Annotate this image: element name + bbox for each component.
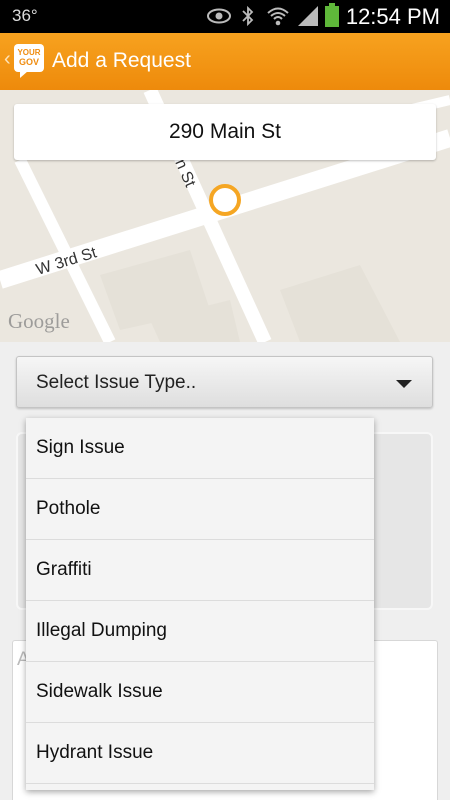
- logo-text-bottom: GOV: [18, 57, 39, 67]
- bluetooth-icon: [242, 5, 254, 27]
- status-bar: 36° 12:54 PM: [0, 0, 450, 33]
- issue-type-dropdown: Sign Issue Pothole Graffiti Illegal Dump…: [26, 418, 374, 790]
- location-marker-icon[interactable]: [209, 184, 241, 216]
- logo-text-top: YOUR: [17, 48, 41, 57]
- address-field[interactable]: 290 Main St: [14, 104, 436, 160]
- screen: 36° 12:54 PM ‹ YOUR GOV Add a Request W …: [0, 0, 450, 800]
- option-hydrant-issue[interactable]: Hydrant Issue: [26, 723, 374, 784]
- signal-icon: [298, 6, 318, 26]
- map-view[interactable]: W 3rd St n St Google 290 Main St: [0, 90, 450, 342]
- eye-icon: [207, 8, 231, 24]
- dropdown-arrow-icon: [396, 380, 412, 388]
- option-illegal-dumping[interactable]: Illegal Dumping: [26, 601, 374, 662]
- wifi-icon: [267, 7, 289, 26]
- app-bar: ‹ YOUR GOV Add a Request: [0, 33, 450, 90]
- battery-icon: [325, 3, 339, 27]
- page-title: Add a Request: [52, 49, 191, 72]
- temperature-text: 36°: [12, 6, 38, 25]
- app-logo[interactable]: YOUR GOV: [14, 44, 44, 78]
- option-sidewalk-issue[interactable]: Sidewalk Issue: [26, 662, 374, 723]
- option-graffiti[interactable]: Graffiti: [26, 540, 374, 601]
- option-sign-issue[interactable]: Sign Issue: [26, 418, 374, 479]
- clock-text: 12:54 PM: [345, 4, 440, 29]
- issue-type-label: Select Issue Type..: [36, 372, 197, 393]
- issue-type-select[interactable]: Select Issue Type..: [16, 356, 433, 408]
- back-chevron-icon[interactable]: ‹: [4, 48, 11, 71]
- option-pothole[interactable]: Pothole: [26, 479, 374, 540]
- map-block: [280, 265, 400, 342]
- map-attribution: Google: [8, 309, 70, 333]
